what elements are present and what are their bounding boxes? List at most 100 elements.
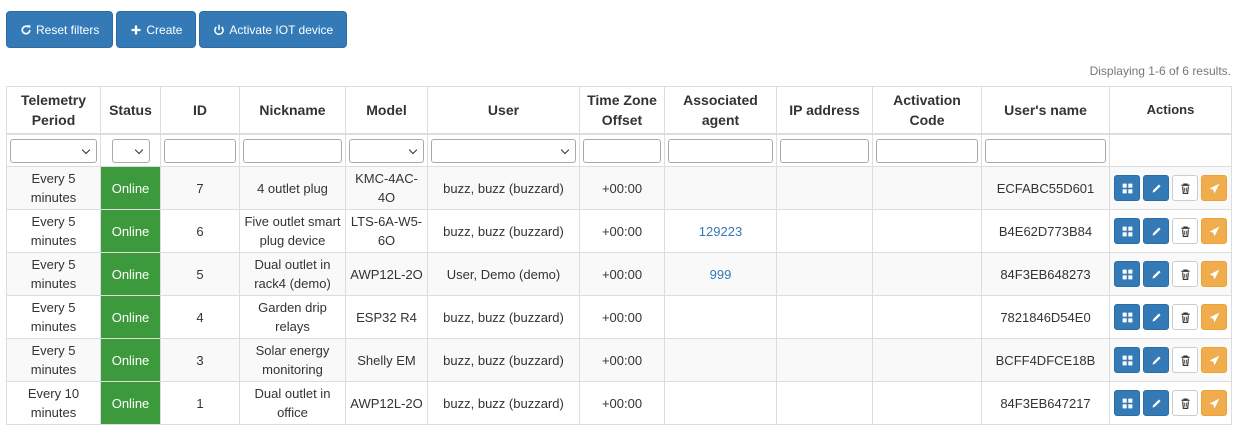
edit-button[interactable] [1143, 304, 1169, 330]
cell-telemetry: Every 5 minutes [6, 252, 101, 296]
edit-button[interactable] [1143, 390, 1169, 416]
delete-button[interactable] [1172, 347, 1198, 373]
cell-telemetry: Every 10 minutes [6, 381, 101, 425]
actions-filter-empty [1109, 133, 1232, 167]
model-filter-select[interactable] [349, 138, 424, 163]
header-associated-agent[interactable]: Associated agent [664, 86, 777, 135]
edit-button[interactable] [1143, 218, 1169, 244]
header-model[interactable]: Model [345, 86, 428, 135]
cell-agent: 999 [664, 252, 777, 296]
cell-ip [776, 252, 873, 296]
cell-tz: +00:00 [579, 252, 665, 296]
trash-icon [1180, 397, 1190, 409]
plus-icon [131, 25, 141, 34]
cell-actions [1109, 295, 1232, 339]
view-button[interactable] [1114, 390, 1140, 416]
cell-activation [872, 338, 982, 382]
header-telemetry-period[interactable]: Telemetry Period [6, 86, 101, 135]
power-icon [214, 24, 225, 35]
edit-button[interactable] [1143, 261, 1169, 287]
view-button[interactable] [1114, 175, 1140, 201]
header-nickname[interactable]: Nickname [239, 86, 346, 135]
cell-activation [872, 166, 982, 210]
delete-button[interactable] [1172, 261, 1198, 287]
telemetry-filter-select[interactable] [10, 138, 97, 163]
cell-nickname: Solar energy monitoring [239, 338, 346, 382]
table-row: Every 5 minutes Online 4 Garden drip relays… [6, 295, 1232, 339]
tz-filter-input[interactable] [583, 138, 661, 163]
delete-button[interactable] [1172, 304, 1198, 330]
cell-status: Online [100, 338, 161, 382]
agent-link[interactable]: 999 [710, 267, 732, 282]
view-button[interactable] [1114, 304, 1140, 330]
activate-iot-device-label: Activate IOT device [229, 22, 334, 37]
pencil-icon [1151, 226, 1161, 236]
username-filter-input[interactable] [985, 138, 1106, 163]
send-button[interactable] [1201, 218, 1227, 244]
agent-filter-input[interactable] [668, 138, 773, 163]
view-button[interactable] [1114, 347, 1140, 373]
cell-ip [776, 166, 873, 210]
header-actions: Actions [1109, 86, 1232, 135]
ip-filter-input[interactable] [780, 138, 869, 163]
delete-button[interactable] [1172, 175, 1198, 201]
header-user[interactable]: User [427, 86, 580, 135]
send-button[interactable] [1201, 304, 1227, 330]
send-icon [1209, 183, 1219, 193]
cell-username: 84F3EB647217 [981, 381, 1110, 425]
delete-button[interactable] [1172, 218, 1198, 244]
cell-model: AWP12L-2O [345, 381, 428, 425]
user-filter-select[interactable] [431, 138, 576, 163]
send-button[interactable] [1201, 261, 1227, 287]
cell-telemetry: Every 5 minutes [6, 209, 101, 253]
cell-id: 1 [160, 381, 240, 425]
edit-button[interactable] [1143, 175, 1169, 201]
devices-table: Telemetry Period Status ID Nickname Mode… [6, 86, 1232, 425]
cell-nickname: Garden drip relays [239, 295, 346, 339]
cell-tz: +00:00 [579, 338, 665, 382]
send-button[interactable] [1201, 175, 1227, 201]
send-button[interactable] [1201, 390, 1227, 416]
cell-nickname: Dual outlet in rack4 (demo) [239, 252, 346, 296]
nickname-filter-input[interactable] [243, 138, 342, 163]
cell-username: ECFABC55D601 [981, 166, 1110, 210]
cell-id: 5 [160, 252, 240, 296]
trash-icon [1180, 268, 1190, 280]
header-activation-code[interactable]: Activation Code [872, 86, 982, 135]
results-summary: Displaying 1-6 of 6 results. [1089, 64, 1231, 78]
header-row: Telemetry Period Status ID Nickname Mode… [6, 86, 1232, 135]
header-ip-address[interactable]: IP address [776, 86, 873, 135]
cell-nickname: Five outlet smart plug device [239, 209, 346, 253]
trash-icon [1180, 225, 1190, 237]
header-id[interactable]: ID [160, 86, 240, 135]
table-row: Every 5 minutes Online 5 Dual outlet in rac… [6, 252, 1232, 296]
reset-filters-button[interactable]: Reset filters [6, 11, 114, 48]
send-button[interactable] [1201, 347, 1227, 373]
cell-username: BCFF4DFCE18B [981, 338, 1110, 382]
cell-model: AWP12L-2O [345, 252, 428, 296]
agent-link[interactable]: 129223 [699, 224, 742, 239]
header-status[interactable]: Status [100, 86, 161, 135]
cell-telemetry: Every 5 minutes [6, 295, 101, 339]
activation-filter-input[interactable] [876, 138, 978, 163]
view-button[interactable] [1114, 261, 1140, 287]
cell-ip [776, 381, 873, 425]
header-time-zone-offset[interactable]: Time Zone Offset [579, 86, 665, 135]
trash-icon [1180, 354, 1190, 366]
trash-icon [1180, 182, 1190, 194]
cell-tz: +00:00 [579, 166, 665, 210]
view-button[interactable] [1114, 218, 1140, 244]
edit-button[interactable] [1143, 347, 1169, 373]
cell-model: Shelly EM [345, 338, 428, 382]
header-users-name[interactable]: User's name [981, 86, 1110, 135]
delete-button[interactable] [1172, 390, 1198, 416]
create-button[interactable]: Create [116, 11, 197, 48]
cell-agent [664, 338, 777, 382]
activate-iot-device-button[interactable]: Activate IOT device [199, 11, 348, 48]
cell-agent [664, 381, 777, 425]
id-filter-input[interactable] [164, 138, 236, 163]
cell-actions [1109, 338, 1232, 382]
cell-username: 84F3EB648273 [981, 252, 1110, 296]
send-icon [1209, 398, 1219, 408]
status-filter-select[interactable] [111, 138, 150, 163]
